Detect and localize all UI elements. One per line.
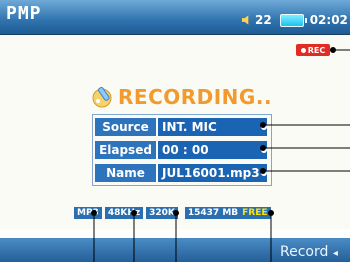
recording-title-text: RECORDING.. xyxy=(118,85,273,109)
row-indicator-icon xyxy=(261,170,267,176)
info-value-elapsed: 00 : 00 xyxy=(158,141,267,159)
rec-badge-label: REC xyxy=(307,45,326,55)
pmp-device-screen: PMP 22 02:02 REC RECORDING.. Source INT.… xyxy=(0,0,350,262)
info-row-name: Name JUL16001.mp3 xyxy=(95,164,269,182)
battery-icon xyxy=(279,13,307,27)
bitrate-chip: 320K xyxy=(146,207,178,219)
mode-label-text: Record xyxy=(280,244,329,260)
recording-settings-bar: MP3 48KHz 320K 15437 MB FREE xyxy=(74,207,271,219)
volume-level: 22 xyxy=(255,13,272,27)
speaker-icon xyxy=(241,15,249,25)
info-label-source: Source xyxy=(95,118,156,136)
free-space-label: FREE xyxy=(242,208,268,218)
info-row-elapsed: Elapsed 00 : 00 xyxy=(95,141,269,159)
recording-icon xyxy=(92,87,112,108)
info-value-name: JUL16001.mp3 xyxy=(158,164,267,182)
info-label-elapsed: Elapsed xyxy=(95,141,156,159)
record-dot-icon xyxy=(300,47,306,53)
mode-label[interactable]: Record ◂ xyxy=(280,244,338,260)
free-space-value: 15437 MB xyxy=(187,208,239,218)
free-space-chip: 15437 MB FREE xyxy=(184,207,271,219)
sample-rate-chip: 48KHz xyxy=(104,207,144,219)
row-indicator-icon xyxy=(261,124,267,130)
rec-status-badge: REC xyxy=(296,44,330,56)
pmp-logo: PMP xyxy=(6,3,42,24)
info-label-name: Name xyxy=(95,164,156,182)
info-value-source: INT. MIC xyxy=(158,118,267,136)
format-chip: MP3 xyxy=(74,207,102,219)
clock-time: 02:02 xyxy=(309,13,348,27)
scroll-arrows-icon: ◂ xyxy=(332,248,338,259)
info-row-source: Source INT. MIC xyxy=(95,118,269,136)
top-status-bar: PMP 22 02:02 xyxy=(0,0,350,35)
row-indicator-icon xyxy=(261,147,267,153)
recording-title: RECORDING.. xyxy=(92,85,272,109)
recording-info-panel: Source INT. MIC Elapsed 00 : 00 Name JUL… xyxy=(92,114,272,186)
status-area: 22 02:02 xyxy=(241,11,348,29)
